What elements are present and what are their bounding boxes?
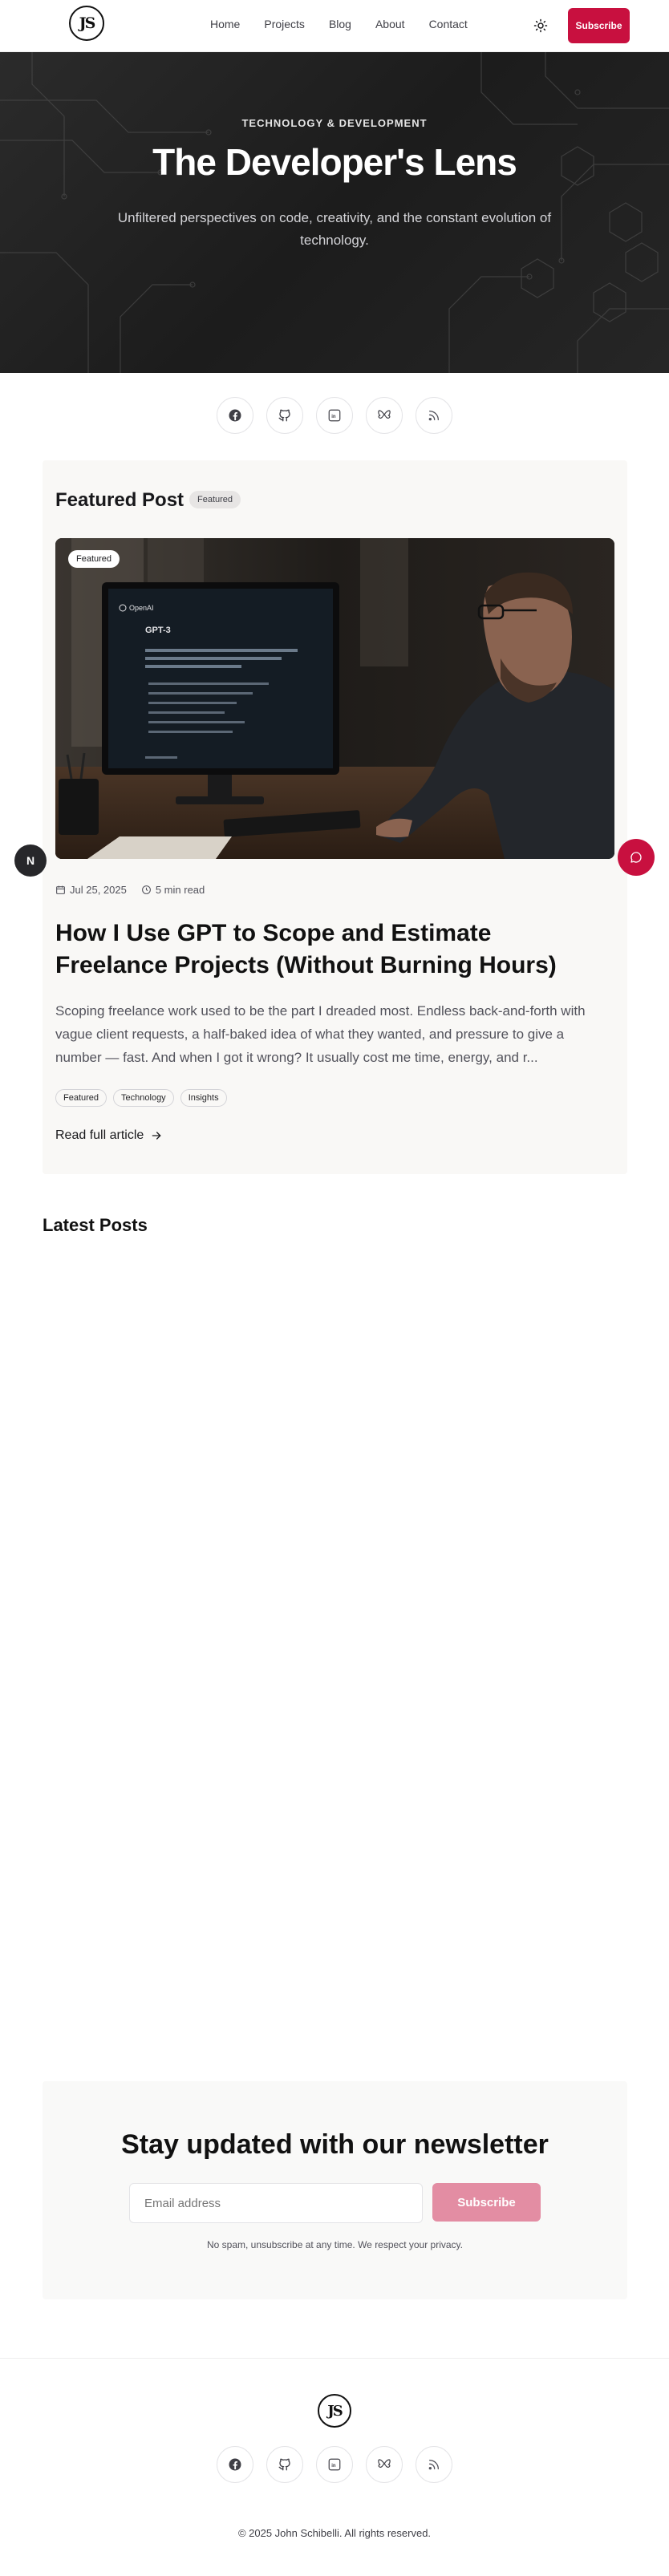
- svg-text:GPT-3: GPT-3: [145, 626, 171, 635]
- hero-banner: TECHNOLOGY & DEVELOPMENT The Developer's…: [0, 52, 669, 373]
- latest-posts-heading: Latest Posts: [43, 1215, 148, 1235]
- footer-social-links: in: [217, 2446, 452, 2483]
- newsletter-subscribe-button[interactable]: Subscribe: [432, 2183, 541, 2222]
- newsletter-note: No spam, unsubscribe at any time. We res…: [206, 2239, 464, 2250]
- bluesky-icon: [378, 410, 391, 419]
- post-read-time: 5 min read: [141, 884, 205, 896]
- theme-toggle-button[interactable]: [530, 15, 551, 36]
- newsletter-section: Stay updated with our newsletter Subscri…: [43, 2081, 627, 2299]
- svg-text:in: in: [331, 415, 336, 419]
- header-subscribe-button[interactable]: Subscribe: [568, 8, 630, 43]
- featured-heading: Featured Post: [55, 489, 184, 511]
- nav-home[interactable]: Home: [210, 18, 240, 30]
- post-date-text: Jul 25, 2025: [70, 884, 127, 896]
- github-icon: [278, 409, 290, 422]
- footer-bluesky-link[interactable]: [366, 2446, 403, 2483]
- social-links: in: [217, 397, 452, 434]
- read-full-article-link[interactable]: Read full article: [55, 1128, 163, 1143]
- featured-pill: Featured: [189, 491, 241, 508]
- post-excerpt: Scoping freelance work used to be the pa…: [55, 1003, 586, 1065]
- post-title[interactable]: How I Use GPT to Scope and Estimate Free…: [55, 917, 609, 982]
- image-featured-badge: Featured: [68, 550, 120, 568]
- tag-insights[interactable]: Insights: [180, 1089, 227, 1107]
- developer-photo: OpenAI GPT-3: [55, 538, 614, 859]
- footer-rss-link[interactable]: [416, 2446, 452, 2483]
- main-nav: Home Projects Blog About Contact: [210, 18, 492, 30]
- nav-contact[interactable]: Contact: [429, 18, 468, 30]
- arrow-right-icon: [152, 1132, 161, 1140]
- rss-icon: [428, 410, 439, 421]
- bluesky-icon: [378, 2459, 391, 2468]
- linkedin-icon: in: [328, 2458, 341, 2471]
- linkedin-link[interactable]: in: [316, 397, 353, 434]
- site-logo[interactable]: JS: [69, 6, 104, 41]
- facebook-icon: [229, 2458, 241, 2471]
- newsletter-title: Stay updated with our newsletter: [121, 2129, 549, 2160]
- chat-icon: [630, 852, 642, 863]
- notion-float-button[interactable]: N: [14, 844, 47, 877]
- post-meta: Jul 25, 2025 5 min read: [55, 884, 205, 896]
- read-more-label: Read full article: [55, 1128, 144, 1142]
- site-footer: JS in © 2025 John Schibelli. All rights …: [0, 2358, 669, 2576]
- facebook-link[interactable]: [217, 397, 253, 434]
- post-date: Jul 25, 2025: [55, 884, 127, 896]
- email-field[interactable]: [129, 2183, 423, 2223]
- clock-icon: [141, 885, 151, 894]
- linkedin-icon: in: [328, 409, 341, 422]
- facebook-icon: [229, 409, 241, 422]
- svg-text:OpenAI: OpenAI: [129, 604, 154, 612]
- hero-kicker: TECHNOLOGY & DEVELOPMENT: [241, 117, 428, 129]
- nav-about[interactable]: About: [375, 18, 405, 30]
- rss-link[interactable]: [416, 397, 452, 434]
- footer-github-link[interactable]: [266, 2446, 303, 2483]
- footer-linkedin-link[interactable]: in: [316, 2446, 353, 2483]
- hero-title: The Developer's Lens: [152, 141, 517, 183]
- sun-icon: [533, 18, 548, 33]
- chat-float-button[interactable]: [618, 839, 655, 876]
- github-icon: [278, 2458, 290, 2471]
- bluesky-link[interactable]: [366, 397, 403, 434]
- tag-featured[interactable]: Featured: [55, 1089, 107, 1107]
- nav-blog[interactable]: Blog: [329, 18, 351, 30]
- rss-icon: [428, 2460, 439, 2470]
- nav-projects[interactable]: Projects: [264, 18, 305, 30]
- site-header: JS Home Projects Blog About Contact Subs…: [0, 0, 669, 52]
- featured-image[interactable]: OpenAI GPT-3 Featured: [55, 538, 614, 859]
- tag-technology[interactable]: Technology: [113, 1089, 174, 1107]
- svg-text:in: in: [331, 2464, 336, 2469]
- github-link[interactable]: [266, 397, 303, 434]
- hero-subtitle: Unfiltered perspectives on code, creativ…: [117, 210, 552, 248]
- post-tags: Featured Technology Insights: [55, 1089, 227, 1107]
- copyright-text: © 2025 John Schibelli. All rights reserv…: [237, 2527, 432, 2539]
- calendar-icon: [56, 885, 65, 894]
- footer-logo[interactable]: JS: [318, 2394, 351, 2428]
- read-time-text: 5 min read: [155, 884, 205, 896]
- featured-post-card: Featured Post Featured OpenAI GPT-3 Feat…: [43, 460, 627, 1174]
- footer-facebook-link[interactable]: [217, 2446, 253, 2483]
